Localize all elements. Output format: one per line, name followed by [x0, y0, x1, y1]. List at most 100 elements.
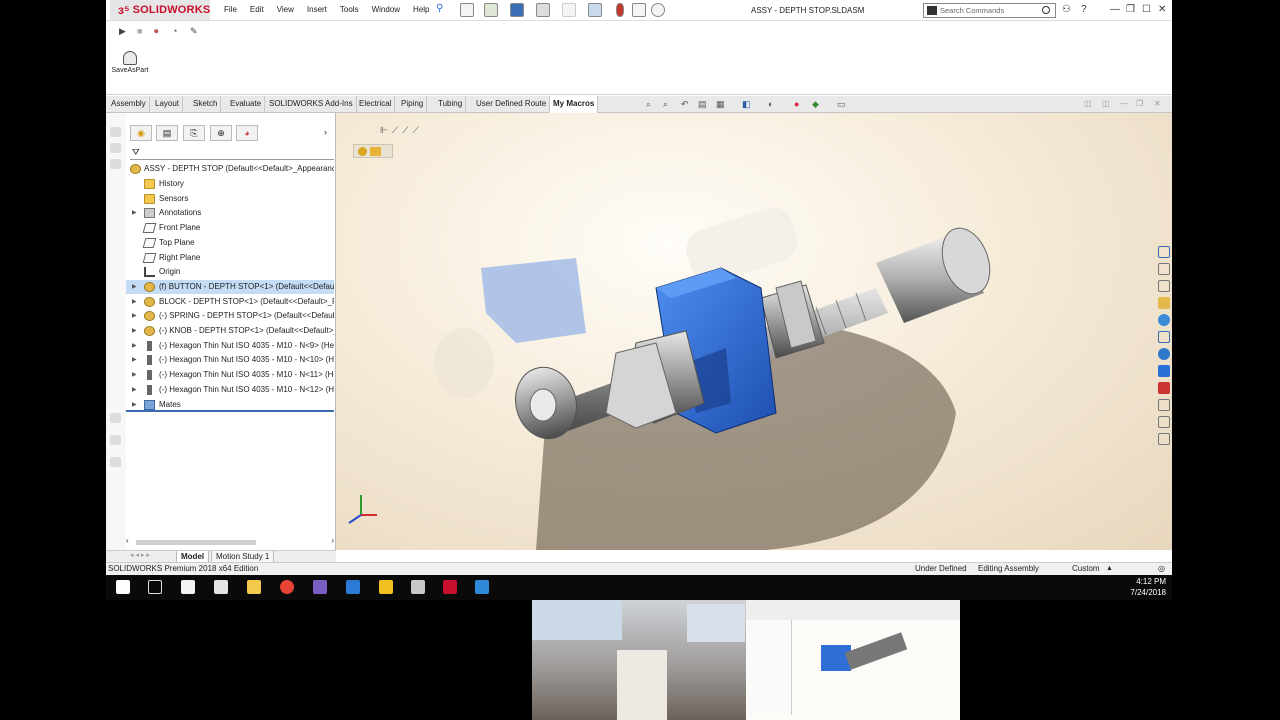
- viewport-close-icon[interactable]: ✕: [1154, 99, 1161, 108]
- dimxpert-tab-icon[interactable]: ⊕: [210, 125, 232, 141]
- chrome-icon[interactable]: [280, 580, 294, 594]
- tree-item[interactable]: ▶ Annotations: [126, 206, 334, 220]
- search-icon[interactable]: [1042, 6, 1050, 14]
- file-explorer-icon[interactable]: [1158, 280, 1170, 292]
- edit-macro-icon[interactable]: ✎: [190, 26, 198, 37]
- tab-my-macros[interactable]: My Macros: [550, 96, 599, 113]
- viewport-tile-icon[interactable]: ◫: [1084, 99, 1092, 108]
- undo-icon[interactable]: [562, 3, 576, 17]
- tab-assembly[interactable]: Assembly: [108, 96, 150, 113]
- tree-item[interactable]: Origin: [126, 265, 334, 279]
- system-clock[interactable]: 4:12 PM 7/24/2018: [1130, 576, 1166, 598]
- solidworks-resources-icon[interactable]: [1158, 246, 1170, 258]
- task-view-icon[interactable]: [148, 580, 162, 594]
- tree-item[interactable]: ▶ (-) Hexagon Thin Nut ISO 4035 - M10 - N…: [126, 383, 334, 397]
- strip-icon[interactable]: [110, 143, 121, 153]
- viewport-restore-icon[interactable]: ❐: [1136, 99, 1143, 108]
- viewport-minimize-icon[interactable]: —: [1120, 99, 1128, 108]
- tree-horizontal-scrollbar[interactable]: ‹ ›: [126, 536, 334, 546]
- strip-icon[interactable]: [110, 127, 121, 137]
- tree-item[interactable]: Front Plane: [126, 221, 334, 235]
- expand-arrow-icon[interactable]: ▶: [132, 339, 137, 353]
- vscode-icon[interactable]: [346, 580, 360, 594]
- tree-item[interactable]: ▶ (f) BUTTON - DEPTH STOP<1> (Default<<De…: [126, 279, 334, 294]
- filter-icon[interactable]: ⛛: [132, 147, 140, 158]
- scroll-left-icon[interactable]: ‹: [126, 536, 129, 545]
- viewport-split-icon[interactable]: ◫: [1102, 99, 1110, 108]
- section-view-icon[interactable]: ▤: [698, 99, 707, 110]
- maximize-icon[interactable]: ☐: [1142, 4, 1151, 15]
- displaymanager-tab-icon[interactable]: ◕: [236, 125, 258, 141]
- zoom-area-icon[interactable]: ⌕: [663, 99, 668, 110]
- configurationmanager-tab-icon[interactable]: ⎘: [183, 125, 205, 141]
- menu-tools[interactable]: Tools: [340, 5, 359, 14]
- featuremanager-tab-icon[interactable]: ◉: [130, 125, 152, 141]
- help-icon[interactable]: ?: [1081, 4, 1087, 15]
- strip-icon[interactable]: [110, 435, 121, 445]
- tree-item[interactable]: ▶ (-) Hexagon Thin Nut ISO 4035 - M10 - N…: [126, 339, 334, 353]
- store-icon[interactable]: [181, 580, 195, 594]
- chevron-right-icon[interactable]: ›: [324, 127, 327, 137]
- run-macro-icon[interactable]: ▶: [119, 26, 126, 37]
- tab-tubing[interactable]: Tubing: [435, 96, 467, 113]
- strip-icon[interactable]: [110, 413, 121, 423]
- menu-window[interactable]: Window: [372, 5, 400, 14]
- options-gear-icon[interactable]: [651, 3, 665, 17]
- strip-icon[interactable]: [110, 457, 121, 467]
- tree-item[interactable]: Right Plane: [126, 251, 334, 265]
- units-selector[interactable]: Custom: [1072, 563, 1100, 575]
- view-settings-icon[interactable]: ▭: [837, 99, 846, 110]
- expand-arrow-icon[interactable]: ▶: [132, 383, 137, 397]
- dynamic-annotation-icon[interactable]: ▦: [716, 99, 725, 110]
- open-icon[interactable]: [484, 3, 498, 17]
- status-help-icon[interactable]: ◎: [1158, 563, 1165, 575]
- tab-solidworks-add-ins[interactable]: SOLIDWORKS Add-Ins: [266, 96, 357, 113]
- units-dropdown-icon[interactable]: ▲: [1106, 563, 1113, 575]
- new-document-icon[interactable]: [460, 3, 474, 17]
- explorer-taskbar-icon[interactable]: [475, 580, 489, 594]
- tree-item[interactable]: ▶ (-) Hexagon Thin Nut ISO 4035 - M10 - N…: [126, 353, 334, 367]
- menu-help[interactable]: Help: [413, 5, 429, 14]
- expand-arrow-icon[interactable]: ▶: [132, 309, 137, 323]
- previous-view-icon[interactable]: ↶: [681, 99, 689, 110]
- strip-icon[interactable]: [110, 159, 121, 169]
- minimize-icon[interactable]: —: [1110, 4, 1120, 15]
- save-icon[interactable]: [510, 3, 524, 17]
- new-macro-icon[interactable]: ◔: [172, 26, 177, 36]
- task-scheduler-icon[interactable]: [1158, 399, 1170, 411]
- rebuild-icon[interactable]: [616, 3, 624, 17]
- windows-start-icon[interactable]: [116, 580, 130, 594]
- solidworks-logo[interactable]: ᴈ⁵ SOLIDWORKS: [110, 0, 210, 20]
- settings-icon[interactable]: [1158, 433, 1170, 445]
- restore-icon[interactable]: ❐: [1126, 4, 1135, 15]
- propertymanager-tab-icon[interactable]: ▤: [156, 125, 178, 141]
- menu-edit[interactable]: Edit: [250, 5, 264, 14]
- display-style-icon[interactable]: ◐: [768, 99, 773, 109]
- tree-item[interactable]: Sensors: [126, 192, 334, 206]
- tree-item[interactable]: History: [126, 177, 334, 191]
- view-orientation-icon[interactable]: ◧: [742, 99, 751, 110]
- scene-icon[interactable]: ◆: [812, 99, 819, 110]
- appearance-icon[interactable]: ●: [794, 99, 799, 109]
- custom-properties-icon[interactable]: [1158, 331, 1170, 343]
- tab-evaluate[interactable]: Evaluate: [227, 96, 266, 113]
- tab-layout[interactable]: Layout: [152, 96, 184, 113]
- tab-scroll-arrows[interactable]: ◂ ◂ ▸ ▸: [130, 551, 150, 559]
- tab-piping[interactable]: Piping: [398, 96, 428, 113]
- calculator-icon[interactable]: [214, 580, 228, 594]
- expand-arrow-icon[interactable]: ▶: [132, 324, 137, 338]
- visual-studio-icon[interactable]: [313, 580, 327, 594]
- tree-item[interactable]: ▶ (-) SPRING - DEPTH STOP<1> (Default<<De…: [126, 309, 334, 323]
- tab-sketch[interactable]: Sketch: [190, 96, 222, 113]
- zoom-to-fit-icon[interactable]: ⌕: [646, 99, 651, 110]
- expand-arrow-icon[interactable]: ▶: [132, 295, 137, 309]
- user-icon[interactable]: ⚇: [1062, 4, 1071, 15]
- scrollbar-thumb[interactable]: [136, 540, 256, 545]
- expand-arrow-icon[interactable]: ▶: [132, 206, 137, 220]
- record-macro-icon[interactable]: ⏺: [154, 26, 159, 37]
- tree-item[interactable]: Top Plane: [126, 236, 334, 250]
- menu-file[interactable]: File: [224, 5, 237, 14]
- file-properties-icon[interactable]: [632, 3, 646, 17]
- save-as-part-button[interactable]: SaveAsPart: [110, 51, 150, 74]
- composer-icon[interactable]: [1158, 416, 1170, 428]
